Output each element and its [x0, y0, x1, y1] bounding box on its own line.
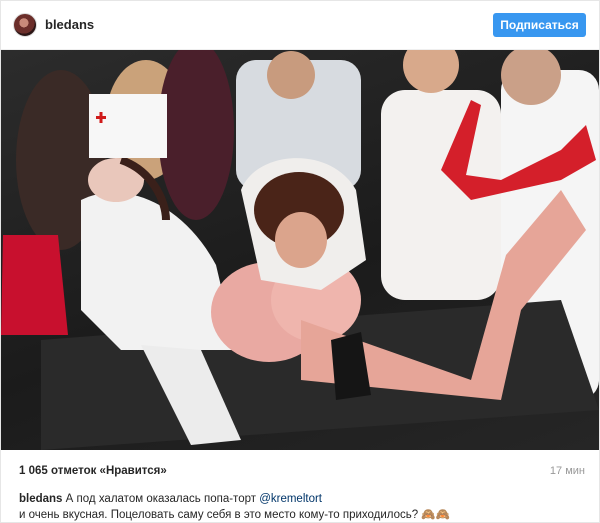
- background-person: [267, 51, 315, 99]
- background-person: [403, 50, 459, 93]
- nurse-hat: [89, 94, 167, 158]
- cake-nurse-body: [81, 192, 236, 350]
- caption-username[interactable]: bledans: [19, 493, 62, 505]
- avatar[interactable]: [13, 13, 37, 37]
- post-card: bledans Подписаться 1 065 отметок «Нрави…: [0, 0, 600, 523]
- likes-count[interactable]: 1 065 отметок «Нравится»: [19, 465, 167, 477]
- caption-text-2: и очень вкусная. Поцеловать саму себя в …: [19, 509, 451, 521]
- woman-face: [275, 212, 327, 268]
- red-bag: [1, 235, 68, 335]
- background-person: [158, 50, 234, 220]
- post-username[interactable]: bledans: [45, 17, 94, 32]
- post-header: bledans Подписаться: [1, 1, 599, 50]
- caption-mention-link[interactable]: @kremeltort: [259, 493, 322, 505]
- post-photo[interactable]: [1, 50, 599, 450]
- caption-text-1: А под халатом оказалась попа-торт: [65, 493, 256, 505]
- photo-illustration: [1, 50, 599, 450]
- post-footer: 1 065 отметок «Нравится» 17 мин bledans …: [1, 451, 599, 523]
- post-caption: bledans А под халатом оказалась попа-тор…: [19, 491, 579, 523]
- post-time[interactable]: 17 мин: [550, 465, 585, 477]
- follow-button[interactable]: Подписаться: [493, 13, 586, 37]
